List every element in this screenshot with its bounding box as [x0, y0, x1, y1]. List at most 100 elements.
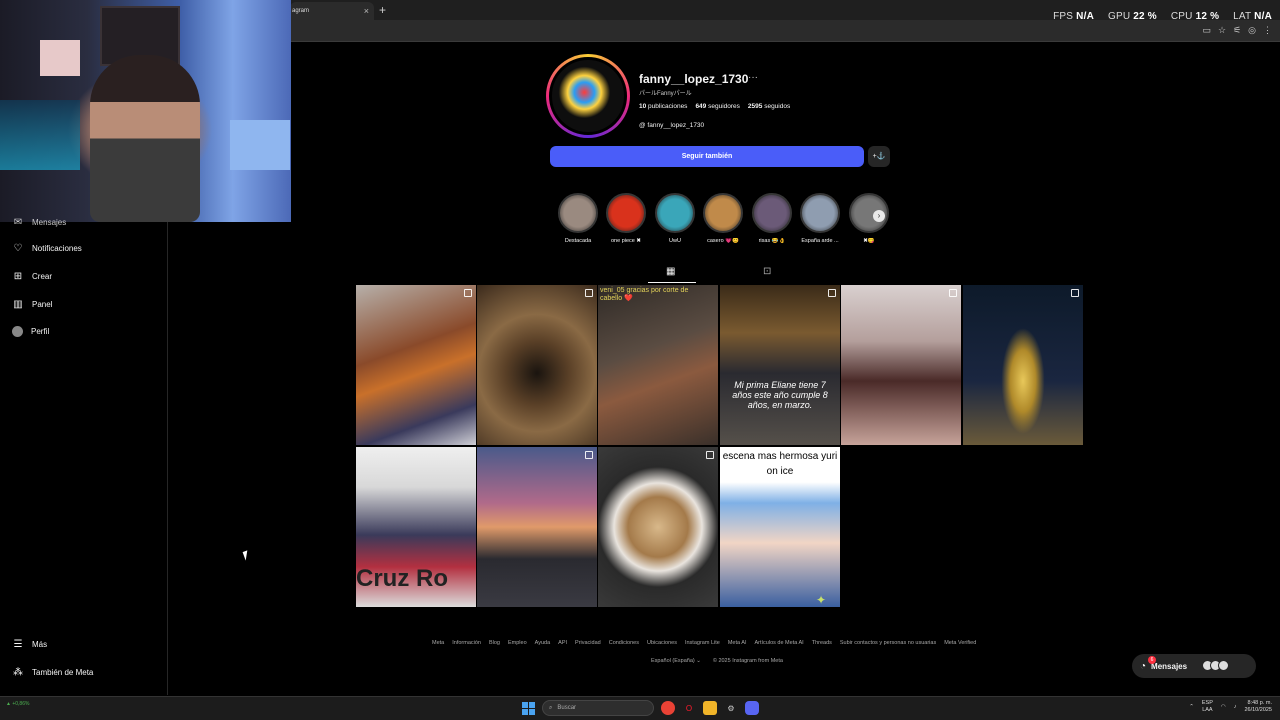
bookmark-star-icon[interactable]: ☆ — [1218, 25, 1226, 36]
footer-link[interactable]: Artículos de Meta AI — [754, 640, 803, 646]
post-thumbnail[interactable]: Cruz Ro — [356, 447, 476, 607]
chevron-right-icon[interactable]: › — [873, 210, 885, 222]
post-caption: Mi prima Eliane tiene 7 años este año cu… — [732, 380, 828, 410]
file-explorer-icon[interactable] — [703, 701, 717, 715]
post-thumbnail[interactable]: escena mas hermosa yuri on ice — [720, 447, 840, 607]
volume-icon[interactable]: ♪ — [1234, 704, 1237, 710]
grid-icon[interactable]: ▦ — [666, 266, 675, 277]
footer-link[interactable]: Subir contactos y personas no usuarias — [840, 640, 936, 646]
highlight-item[interactable]: España arde ... — [800, 193, 840, 244]
highlight-cover — [606, 193, 646, 233]
post-thumbnail[interactable] — [598, 447, 718, 607]
carousel-icon — [706, 451, 714, 459]
menu-dots-icon[interactable]: ⋮ — [1263, 25, 1272, 36]
opera-icon[interactable]: O — [682, 701, 696, 715]
sidebar-item-notificaciones[interactable]: ♡ Notificaciones — [12, 242, 82, 254]
taskbar-search-input[interactable]: ⌕ Buscar — [542, 700, 654, 716]
profile-avatar[interactable] — [546, 54, 630, 138]
toolbar-icons: ▭ ☆ ⚟ ◎ ⋮ — [1202, 25, 1272, 36]
highlight-label: casero 💗😊 — [707, 238, 739, 244]
profile-stats: 10 publicaciones 649 seguidores 2595 seg… — [639, 103, 790, 110]
footer-meta: Español (España) ⌄ © 2025 Instagram from… — [651, 658, 783, 664]
post-thumbnail[interactable] — [963, 285, 1083, 445]
browser-tab[interactable]: agram × — [290, 2, 374, 20]
footer-links: Meta Información Blog Empleo Ayuda API Privaci… — [432, 640, 976, 646]
messages-badge: 6 — [1148, 656, 1156, 664]
highlight-label: España arde ... — [801, 238, 839, 244]
sidebar-item-crear[interactable]: ⊞ Crear — [12, 270, 52, 282]
settings-gear-icon[interactable]: ⚙ — [724, 701, 738, 715]
tagged-icon[interactable]: ⊡ — [763, 266, 771, 277]
tab-close-icon[interactable]: × — [364, 6, 369, 16]
messages-icon: ✉ — [13, 216, 23, 228]
webcam-poster — [40, 40, 80, 76]
post-thumbnail[interactable]: Mi prima Eliane tiene 7 años este año cu… — [720, 285, 840, 445]
plus-square-icon: ⊞ — [13, 270, 23, 282]
footer-link[interactable]: Meta — [432, 640, 444, 646]
highlight-label: one piece ✖ — [611, 238, 641, 244]
highlight-item[interactable]: risas 😂👌 — [752, 193, 792, 244]
highlight-item[interactable]: Destacada — [558, 193, 598, 244]
posts-count: 10 publicaciones — [639, 103, 688, 110]
profile-icon[interactable]: ◎ — [1248, 25, 1256, 36]
post-thumbnail[interactable]: veni_05 gracias por corte de cabello ❤️ — [598, 285, 718, 445]
carousel-icon — [585, 289, 593, 297]
carousel-icon — [949, 289, 957, 297]
highlight-cover — [752, 193, 792, 233]
followers-count[interactable]: 649 seguidores — [695, 103, 739, 110]
footer-link[interactable]: Empleo — [508, 640, 527, 646]
sidebar-item-perfil[interactable]: Perfil — [12, 326, 49, 337]
messenger-icon: ◔ — [1140, 660, 1147, 672]
footer-link[interactable]: Condiciones — [609, 640, 639, 646]
footer-link[interactable]: Ayuda — [535, 640, 551, 646]
wifi-icon[interactable]: ◠ — [1221, 704, 1226, 710]
copyright: © 2025 Instagram from Meta — [712, 658, 783, 664]
post-thumbnail[interactable] — [356, 285, 476, 445]
highlight-cover — [655, 193, 695, 233]
footer-link[interactable]: Privacidad — [575, 640, 601, 646]
footer-link[interactable]: API — [558, 640, 567, 646]
stock-widget[interactable]: ▲ +0,86% — [6, 701, 29, 707]
cast-icon[interactable]: ▭ — [1202, 25, 1211, 36]
highlight-item[interactable]: casero 💗😊 — [703, 193, 743, 244]
sidebar-item-mensajes[interactable]: ✉ Mensajes — [12, 216, 66, 228]
footer-link[interactable]: Ubicaciones — [647, 640, 677, 646]
footer-link[interactable]: Blog — [489, 640, 500, 646]
carousel-icon — [464, 289, 472, 297]
highlight-item[interactable]: one piece ✖ — [606, 193, 646, 244]
threads-link[interactable]: @ fanny__lopez_1730 — [639, 122, 704, 129]
discord-icon[interactable] — [745, 701, 759, 715]
post-thumbnail[interactable] — [477, 447, 597, 607]
language-select[interactable]: Español (España) ⌄ — [651, 658, 701, 664]
post-caption: Cruz Ro — [356, 565, 448, 592]
footer-link[interactable]: Meta Verified — [944, 640, 976, 646]
sidebar-item-mas[interactable]: ☰ Más — [12, 638, 48, 650]
footer-link[interactable]: Instagram Lite — [685, 640, 720, 646]
chrome-icon[interactable] — [661, 701, 675, 715]
new-tab-button[interactable]: + — [379, 3, 386, 17]
chevron-up-icon[interactable]: ⌃ — [1189, 704, 1194, 710]
sidebar-item-panel[interactable]: ▥ Panel — [12, 298, 52, 310]
messages-avatars — [1202, 660, 1229, 671]
footer-link[interactable]: Información — [452, 640, 481, 646]
suggested-users-button[interactable]: +⚓ — [868, 146, 890, 167]
post-thumbnail[interactable] — [841, 285, 961, 445]
following-count[interactable]: 2595 seguidos — [748, 103, 790, 110]
language-indicator[interactable]: ESP LAA — [1202, 700, 1213, 714]
post-caption: veni_05 gracias por corte de cabello ❤️ — [600, 287, 689, 302]
stock-icon: ▲ — [6, 701, 11, 707]
tab-title: agram — [292, 8, 310, 14]
footer-link[interactable]: Meta AI — [728, 640, 747, 646]
carousel-icon — [828, 289, 836, 297]
search-icon: ⌕ — [549, 704, 553, 711]
extensions-icon[interactable]: ⚟ — [1233, 25, 1241, 36]
sidebar-item-tambien-de-meta[interactable]: ⁂ También de Meta — [12, 666, 93, 678]
post-thumbnail[interactable] — [477, 285, 597, 445]
options-icon[interactable]: ··· — [748, 72, 758, 83]
follow-back-button[interactable]: Seguir también — [550, 146, 864, 167]
footer-link[interactable]: Threads — [812, 640, 832, 646]
highlight-item[interactable]: UwU — [655, 193, 695, 244]
highlight-cover — [558, 193, 598, 233]
clock[interactable]: 8:48 p. m. 26/10/2025 — [1244, 700, 1272, 714]
windows-start-icon[interactable] — [522, 701, 535, 715]
